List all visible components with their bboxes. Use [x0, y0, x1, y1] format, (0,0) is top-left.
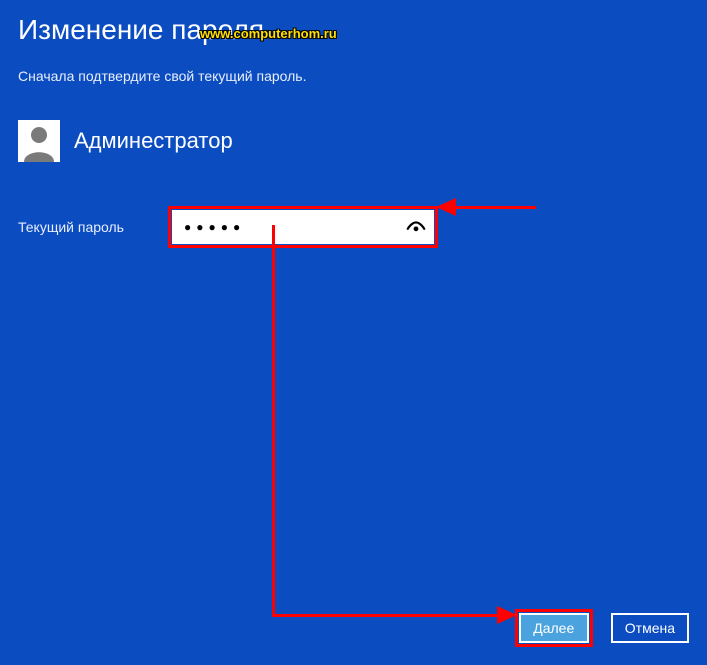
next-button[interactable]: Далее — [519, 613, 589, 643]
current-password-label: Текущий пароль — [18, 219, 168, 235]
annotation-horizontal-line — [272, 614, 497, 617]
user-row: Админестратор — [18, 120, 689, 162]
avatar — [18, 120, 60, 162]
annotation-vertical-line — [272, 225, 275, 617]
annotation-box-password: ●●●●● — [168, 206, 438, 248]
username-label: Админестратор — [74, 128, 233, 154]
page-subtitle: Сначала подтвердите свой текущий пароль. — [18, 68, 689, 84]
page-title: Изменение пароля — [18, 14, 689, 46]
current-password-input[interactable]: ●●●●● — [172, 210, 434, 244]
password-reveal-button[interactable] — [402, 213, 430, 241]
password-masked-value: ●●●●● — [184, 220, 402, 234]
user-silhouette-icon — [18, 120, 60, 162]
button-bar: Далее Отмена — [515, 609, 689, 647]
password-field-row: Текущий пароль ●●●●● — [18, 206, 689, 248]
eye-reveal-icon — [405, 216, 427, 238]
cancel-button[interactable]: Отмена — [611, 613, 689, 643]
annotation-box-next: Далее — [515, 609, 593, 647]
change-password-page: Изменение пароля www.computerhom.ru Снач… — [0, 0, 707, 665]
